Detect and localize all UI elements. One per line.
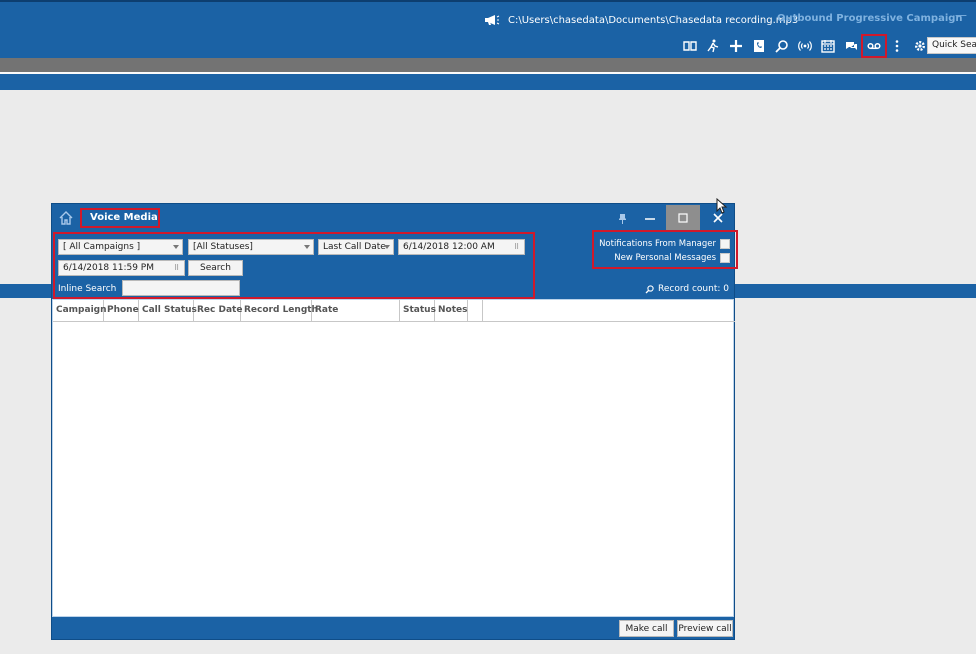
new-personal-messages-checkbox[interactable]: [720, 253, 730, 263]
voice-media-dialog: Voice Media [ All Campaigns ] [All Statu…: [51, 203, 738, 640]
dialog-footer: Make call Preview call: [52, 617, 734, 639]
voicemail-icon[interactable]: [861, 34, 887, 58]
status-strip: [0, 58, 976, 72]
chevron-down-icon: [173, 245, 179, 249]
toolbar: [680, 34, 933, 58]
grid-header: Campaign Phone Call Status Rec Date Reco…: [53, 300, 735, 322]
chat-icon[interactable]: [841, 37, 861, 55]
chevron-down-icon: [304, 245, 310, 249]
inline-search-input[interactable]: [122, 280, 240, 296]
chevron-down-icon: [384, 245, 390, 249]
recording-path: C:\Users\chasedata\Documents\Chasedata r…: [508, 14, 799, 26]
status-select-value: [All Statuses]: [193, 242, 253, 252]
calendar-picker-icon[interactable]: ⠿: [514, 243, 521, 251]
quick-search-input[interactable]: Quick Sear: [927, 37, 976, 54]
notifications-from-manager-label: Notifications From Manager: [599, 239, 716, 249]
recording-indicator[interactable]: C:\Users\chasedata\Documents\Chasedata r…: [484, 12, 798, 28]
start-date-input[interactable]: 6/14/2018 12:00 AM ⠿: [398, 239, 525, 255]
calendar-icon[interactable]: [818, 37, 838, 55]
dialog-title: Voice Media: [80, 208, 160, 228]
pin-icon[interactable]: [612, 205, 632, 231]
record-count: Record count: 0: [645, 284, 729, 294]
plus-icon[interactable]: [726, 37, 746, 55]
inline-search-label: Inline Search: [58, 284, 117, 294]
end-date-input[interactable]: 6/14/2018 11:59 PM ⠿: [58, 260, 185, 276]
end-date-value: 6/14/2018 11:59 PM: [63, 263, 154, 273]
app-minimize-button[interactable]: —: [955, 8, 967, 22]
column-header-campaign[interactable]: Campaign: [53, 300, 107, 322]
home-icon[interactable]: [58, 210, 74, 226]
top-app-bar: C:\Users\chasedata\Documents\Chasedata r…: [0, 0, 976, 58]
search-button[interactable]: Search: [188, 260, 243, 276]
column-header-record-length[interactable]: Record Length: [241, 300, 318, 322]
book-icon[interactable]: [680, 37, 700, 55]
column-header-spacer: [468, 300, 483, 322]
make-call-button[interactable]: Make call: [619, 620, 674, 637]
maximize-button[interactable]: [666, 205, 700, 231]
campaign-select-value: [ All Campaigns ]: [63, 242, 141, 252]
notifications-from-manager-checkbox[interactable]: [720, 239, 730, 249]
campaign-name: Outbound Progressive Campaign: [777, 13, 963, 24]
column-header-notes[interactable]: Notes: [435, 300, 468, 322]
new-personal-messages-option[interactable]: New Personal Messages: [614, 252, 730, 264]
minimize-button[interactable]: [640, 205, 660, 231]
new-personal-messages-label: New Personal Messages: [614, 253, 716, 263]
column-header-rec-date[interactable]: Rec Date: [194, 300, 242, 322]
preview-call-button[interactable]: Preview call: [677, 620, 733, 637]
date-field-value: Last Call Date: [323, 242, 386, 252]
phone-book-icon[interactable]: [749, 37, 769, 55]
broadcast-icon[interactable]: [795, 37, 815, 55]
header-band: [0, 74, 976, 90]
notification-options: Notifications From Manager New Personal …: [592, 230, 738, 269]
agent-walk-icon[interactable]: [703, 37, 723, 55]
date-field-select[interactable]: Last Call Date: [318, 239, 394, 255]
status-select[interactable]: [All Statuses]: [188, 239, 314, 255]
column-header-call-status[interactable]: Call Status: [139, 300, 197, 322]
search-icon[interactable]: [772, 37, 792, 55]
megaphone-icon: [485, 15, 500, 25]
search-icon: [645, 284, 654, 293]
campaign-select[interactable]: [ All Campaigns ]: [58, 239, 183, 255]
record-count-text: Record count: 0: [658, 284, 729, 294]
column-header-phone[interactable]: Phone: [104, 300, 139, 322]
notifications-from-manager-option[interactable]: Notifications From Manager: [599, 238, 730, 250]
mouse-cursor-icon: [716, 198, 728, 214]
voice-media-grid: Campaign Phone Call Status Rec Date Reco…: [52, 299, 735, 617]
column-header-rate[interactable]: Rate: [312, 300, 400, 322]
column-header-status[interactable]: Status: [400, 300, 436, 322]
start-date-value: 6/14/2018 12:00 AM: [403, 242, 495, 252]
calendar-picker-icon[interactable]: ⠿: [174, 264, 181, 272]
more-icon[interactable]: [887, 37, 907, 55]
